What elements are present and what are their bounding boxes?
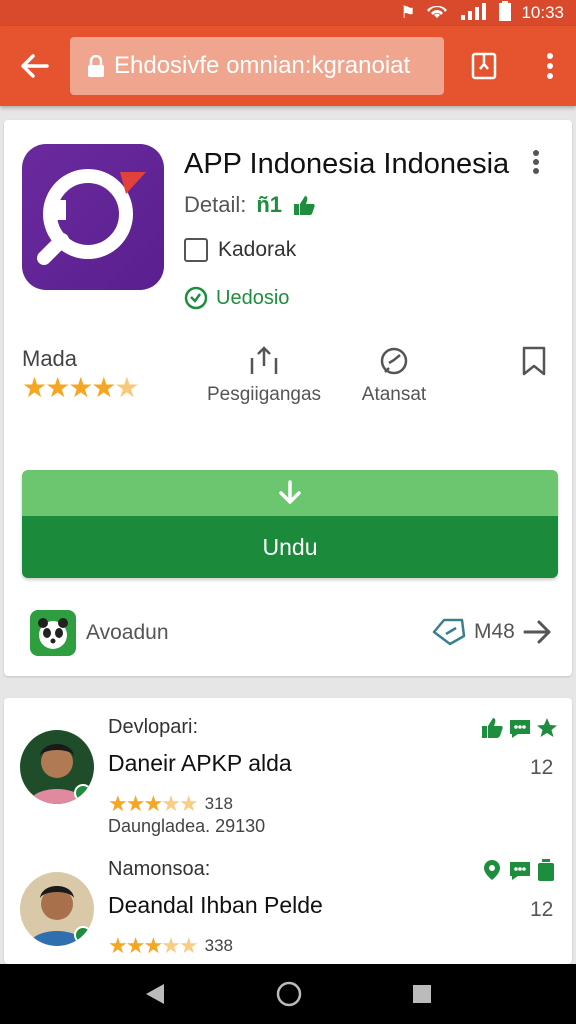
lock-icon: [88, 55, 104, 77]
status-bar: ⚑ 10:33: [0, 0, 576, 26]
panda-app-icon: [30, 610, 76, 656]
availability-label: Avoadun: [86, 621, 169, 644]
avatar[interactable]: [20, 730, 94, 804]
gauge-icon: [380, 347, 408, 375]
size-label: M48: [474, 620, 515, 643]
avatar[interactable]: [20, 872, 94, 946]
signal-icon: [459, 2, 489, 25]
url-text: Ehdosivfe omnian:kgranoiat: [114, 52, 411, 79]
app-title: APP Indonesia Indonesia: [184, 148, 510, 180]
arrow-back-icon: [21, 54, 49, 78]
verified-badge-icon: [74, 926, 92, 944]
developer-name: Daneir APKP alda: [108, 750, 292, 776]
rating-stars: ★★★★★: [22, 372, 140, 403]
download-arrow-icon: [279, 480, 301, 504]
size-row[interactable]: M48: [432, 618, 551, 646]
rate-stat[interactable]: Atansat: [344, 346, 444, 406]
checkbox-label: Kadorak: [218, 238, 297, 261]
download-arrow-area: [22, 470, 558, 516]
chat-icon[interactable]: [508, 858, 532, 882]
app-menu-button[interactable]: [532, 150, 556, 178]
developer-number: 12: [530, 756, 554, 779]
status-time: 10:33: [521, 3, 564, 22]
download-button[interactable]: Undu: [22, 470, 558, 578]
share-stat[interactable]: Pesgiigangas: [194, 346, 334, 406]
verified-badge-icon: [74, 784, 92, 802]
developer-action-icons: [480, 858, 556, 882]
detail-row: Detail: ñ1: [184, 192, 316, 218]
chat-icon[interactable]: [508, 716, 532, 740]
thumbs-up-icon: [294, 196, 315, 215]
download-label: Undu: [22, 516, 558, 578]
url-bar[interactable]: Ehdosivfe omnian:kgranoiat: [70, 37, 444, 95]
availability-row[interactable]: Avoadun: [30, 610, 169, 656]
rating-count: 338: [204, 936, 233, 955]
wifi-icon: [425, 2, 449, 25]
developer-row[interactable]: Namonsoa: Deandal Ihban Pelde ★★★★★ 338 …: [4, 858, 572, 964]
trash-icon[interactable]: [536, 858, 556, 882]
nav-home-icon[interactable]: [275, 980, 303, 1008]
system-nav-bar: [0, 964, 576, 1024]
detail-value: ñ1: [256, 192, 283, 217]
battery-icon: [499, 0, 512, 26]
check-circle-icon: [184, 286, 208, 310]
thumbs-up-icon[interactable]: [480, 716, 504, 740]
developer-name: Deandal Ihban Pelde: [108, 892, 323, 918]
update-label: Uedosio: [216, 286, 290, 309]
back-button[interactable]: [0, 26, 70, 106]
bookmark-button[interactable]: [444, 26, 524, 106]
star-icon[interactable]: [536, 716, 558, 740]
developer-rating: ★★★★★ 338: [108, 930, 233, 962]
developer-subtitle: Daungladea. 29130: [108, 816, 266, 836]
more-vert-icon: [547, 53, 553, 79]
developer-card: Devlopari: Daneir APKP alda ★★★★★ 318 Da…: [4, 698, 572, 964]
overflow-menu-button[interactable]: [524, 26, 576, 106]
app-details-card: APP Indonesia Indonesia Detail: ñ1 Kador…: [4, 120, 572, 676]
rating-count: 318: [204, 794, 233, 813]
rate-label: Atansat: [361, 384, 427, 405]
update-row: Uedosio: [184, 286, 289, 310]
app-bar: Ehdosivfe omnian:kgranoiat: [0, 26, 576, 106]
share-label: Pesgiigangas: [206, 384, 322, 405]
developer-action-icons: [480, 716, 558, 740]
checkbox-row[interactable]: Kadorak: [184, 238, 296, 262]
developer-label: Namonsoa:: [108, 858, 211, 880]
checkbox[interactable]: [184, 238, 208, 262]
save-stat[interactable]: [514, 346, 554, 376]
rating-stars: ★★★★★: [108, 933, 199, 958]
share-icon: [250, 346, 278, 374]
developer-row[interactable]: Devlopari: Daneir APKP alda ★★★★★ 318 Da…: [4, 716, 572, 846]
detail-label: Detail:: [184, 192, 247, 217]
notification-icon: ⚑: [400, 3, 416, 22]
more-vert-icon: [533, 150, 539, 174]
rating-block: Mada ★★★★★: [22, 346, 140, 404]
developer-label: Devlopari:: [108, 716, 199, 738]
arrow-forward-icon: [523, 620, 551, 644]
location-pin-icon[interactable]: [480, 858, 504, 882]
rating-label: Mada: [22, 346, 78, 371]
bookmark-icon: [471, 52, 497, 80]
tag-icon: [432, 618, 466, 646]
nav-recents-icon[interactable]: [412, 984, 432, 1004]
app-icon[interactable]: [22, 144, 164, 290]
nav-back-icon[interactable]: [144, 982, 166, 1006]
developer-number: 12: [530, 898, 554, 921]
bookmark-outline-icon: [522, 346, 546, 376]
